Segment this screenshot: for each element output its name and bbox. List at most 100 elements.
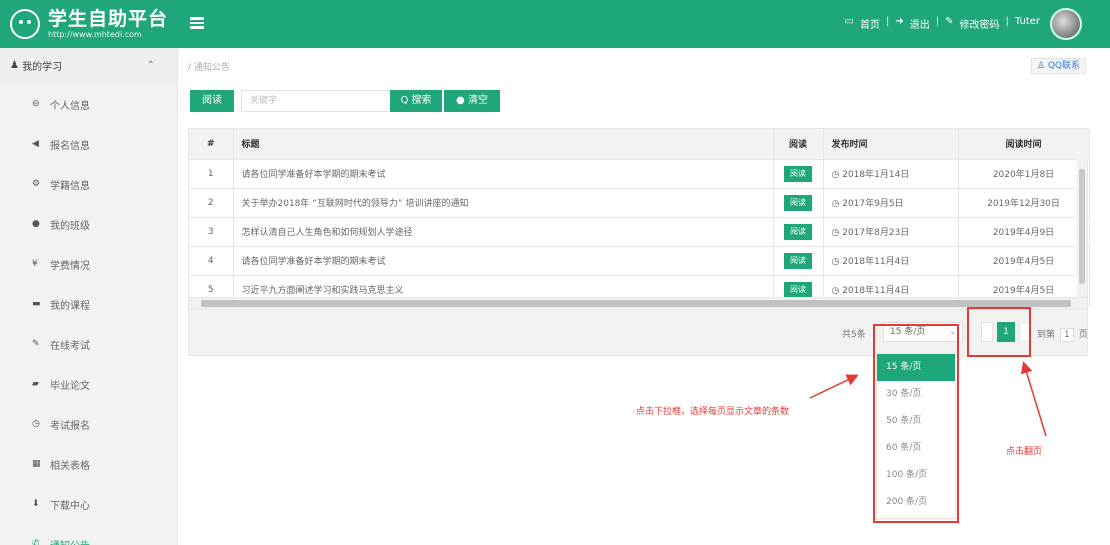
- yen-icon: ¥: [32, 259, 38, 269]
- sidebar-item-0[interactable]: ⊖ 个人信息: [0, 84, 177, 124]
- sidebar-item-11[interactable]: ✆ 通知公告: [0, 524, 177, 545]
- sidebar-item-7[interactable]: ▰ 毕业论文: [0, 364, 177, 404]
- logo-icon: [10, 9, 40, 39]
- gear-icon: ⚙: [32, 179, 41, 189]
- row-read-button[interactable]: 阅读: [784, 252, 812, 269]
- change-password-link[interactable]: 修改密码: [960, 16, 1000, 31]
- annotation-box-pager: [967, 307, 1031, 357]
- sidebar-items: ⊖ 个人信息 ◀ 报名信息 ⚙ 学籍信息 ● 我的班级 ¥ 学费情况 ▬ 我的课程 ✎ 在线考试 ▰ 毕业论文…: [0, 84, 177, 545]
- grid-icon: ▦: [32, 459, 41, 469]
- goto-page-input[interactable]: 1: [1059, 328, 1074, 342]
- sidebar-item-9[interactable]: ▦ 相关表格: [0, 444, 177, 484]
- row-number: 4: [189, 246, 234, 276]
- avatar[interactable]: [1050, 8, 1082, 40]
- sidebar-item-8[interactable]: ◷ 考试报名: [0, 404, 177, 444]
- row-read-button[interactable]: 阅读: [784, 165, 812, 182]
- sidebar-item-label: 相关表格: [50, 460, 90, 472]
- table-row[interactable]: 4 请各位同学准备好本学期的期末考试 阅读 ◷ 2018年11月4日 2019年4月5日: [189, 246, 1090, 276]
- goto-page: 到第 1 页: [1037, 327, 1088, 342]
- top-header: 学生自助平台 http://www.mhtedi.com ▭ 首页 | ➜ 退出…: [0, 0, 1110, 48]
- row-title: 怎样认清自己人生角色和如何规划人学途径: [233, 217, 774, 247]
- dot-icon: ●: [32, 219, 40, 229]
- read-button[interactable]: 阅读: [190, 90, 234, 112]
- table-row[interactable]: 3 怎样认清自己人生角色和如何规划人学途径 阅读 ◷ 2017年8月23日 2019年4…: [189, 217, 1090, 247]
- sidebar-item-1[interactable]: ◀ 报名信息: [0, 124, 177, 164]
- volume-icon: ◀: [32, 139, 39, 149]
- col-header-publish[interactable]: 发布时间: [823, 129, 959, 160]
- home-link[interactable]: 首页: [860, 16, 880, 31]
- sidebar-item-label: 下载中心: [50, 500, 90, 512]
- breadcrumb: / 通知公告: [188, 63, 230, 73]
- monitor-icon: ▭: [844, 16, 854, 27]
- sidebar-item-10[interactable]: ⬇ 下载中心: [0, 484, 177, 524]
- row-publish-time: ◷ 2017年8月23日: [823, 217, 959, 247]
- user-icon: ⊖: [32, 99, 40, 109]
- sidebar-item-4[interactable]: ¥ 学费情况: [0, 244, 177, 284]
- sidebar-item-label: 在线考试: [50, 340, 90, 352]
- sidebar-item-label: 报名信息: [50, 140, 90, 152]
- pencil-icon: ✎: [32, 339, 40, 349]
- sidebar-item-label: 我的课程: [50, 300, 90, 312]
- sidebar-item-label: 毕业论文: [50, 380, 90, 392]
- sidebar-item-5[interactable]: ▬ 我的课程: [0, 284, 177, 324]
- menu-toggle-icon[interactable]: [190, 17, 204, 29]
- logo-url: http://www.mhtedi.com: [48, 29, 142, 39]
- annotation-arrow-dropdown: [809, 374, 859, 399]
- row-read-button[interactable]: 阅读: [784, 223, 812, 240]
- sidebar-item-3[interactable]: ● 我的班级: [0, 204, 177, 244]
- sidebar-item-label: 学费情况: [50, 260, 90, 272]
- table-row[interactable]: 1 请各位同学准备好本学期的期末考试 阅读 ◷ 2018年1月14日 2020年1月8日: [189, 159, 1090, 189]
- graduation-icon: ▰: [32, 379, 39, 389]
- vertical-scrollbar[interactable]: [1077, 159, 1087, 297]
- sidebar-item-label: 考试报名: [50, 420, 90, 432]
- row-read-time: 2019年4月5日: [958, 246, 1090, 276]
- announce-icon: ✆: [32, 539, 40, 545]
- qq-contact-label: QQ联系: [1047, 61, 1080, 71]
- qq-contact-button[interactable]: ♙ QQ联系: [1030, 58, 1086, 74]
- row-title: 请各位同学准备好本学期的期末考试: [233, 159, 774, 189]
- table-row[interactable]: 2 关于举办2018年 “互联网时代的领导力” 培训讲座的通知 阅读 ◷ 2017年9…: [189, 188, 1090, 218]
- username[interactable]: Tuter: [1015, 16, 1040, 31]
- row-read-button[interactable]: 阅读: [784, 194, 812, 211]
- col-header-read[interactable]: 阅读: [773, 129, 824, 160]
- logout-icon: ➜: [895, 16, 904, 27]
- clear-button[interactable]: ● 清空: [444, 90, 500, 112]
- row-read-time: 2020年1月8日: [958, 159, 1090, 189]
- sidebar-item-label: 学籍信息: [50, 180, 90, 192]
- search-input[interactable]: 关键字: [241, 90, 391, 112]
- table-body: 1 请各位同学准备好本学期的期末考试 阅读 ◷ 2018年1月14日 2020年1月8日…: [189, 159, 1090, 305]
- sidebar-item-label: 我的班级: [50, 220, 90, 232]
- sidebar-item-label: 个人信息: [50, 100, 90, 112]
- vertical-scroll-thumb[interactable]: [1079, 169, 1085, 284]
- logout-link[interactable]: 退出: [910, 16, 930, 31]
- total-count: 共5条: [842, 330, 866, 340]
- row-number: 1: [189, 159, 234, 189]
- search-button[interactable]: Q 搜索: [390, 90, 442, 112]
- horizontal-scroll-thumb[interactable]: [201, 300, 1071, 307]
- chevron-up-icon: ⌃: [146, 60, 155, 71]
- logo[interactable]: 学生自助平台 http://www.mhtedi.com: [0, 0, 170, 48]
- notice-table: # 标题 阅读 发布时间 阅读时间 1 请各位同学准备好本学期的期末考试 阅读 ◷ 2…: [188, 128, 1090, 310]
- col-header-title[interactable]: 标题: [233, 129, 774, 160]
- goto-suffix: 页: [1078, 330, 1088, 340]
- row-title: 关于举办2018年 “互联网时代的领导力” 培训讲座的通知: [233, 188, 774, 218]
- goto-prefix: 到第: [1037, 330, 1056, 340]
- main-content: / 通知公告 ♙ QQ联系 阅读 关键字 Q 搜索 ● 清空 # 标题 阅读 发…: [178, 48, 1110, 545]
- sidebar-group-label: 我的学习: [22, 62, 63, 73]
- clock-icon: ◷: [32, 419, 40, 429]
- sidebar-item-6[interactable]: ✎ 在线考试: [0, 324, 177, 364]
- sidebar-item-2[interactable]: ⚙ 学籍信息: [0, 164, 177, 204]
- row-read-button[interactable]: 阅读: [784, 281, 812, 298]
- header-links: ▭ 首页 | ➜ 退出 | ✎ 修改密码 | Tuter: [844, 16, 1040, 31]
- row-publish-time: ◷ 2018年11月4日: [823, 246, 959, 276]
- key-icon: ✎: [945, 16, 954, 27]
- annotation-dropdown-note: 点击下拉框，选择每页显示文章的条数: [636, 407, 790, 417]
- sidebar: ♟ 我的学习 ⌃ ⊖ 个人信息 ◀ 报名信息 ⚙ 学籍信息 ● 我的班级 ¥ 学费情况 ▬ 我的课程 ✎…: [0, 48, 178, 545]
- sidebar-group-header[interactable]: ♟ 我的学习 ⌃: [0, 48, 177, 84]
- annotation-box-dropdown: [873, 324, 959, 523]
- row-read-time: 2019年12月30日: [958, 188, 1090, 218]
- qq-icon: ♙: [1036, 61, 1045, 71]
- col-header-readtime[interactable]: 阅读时间: [958, 129, 1090, 160]
- horizontal-scrollbar[interactable]: [189, 297, 1087, 309]
- row-read-time: 2019年4月9日: [958, 217, 1090, 247]
